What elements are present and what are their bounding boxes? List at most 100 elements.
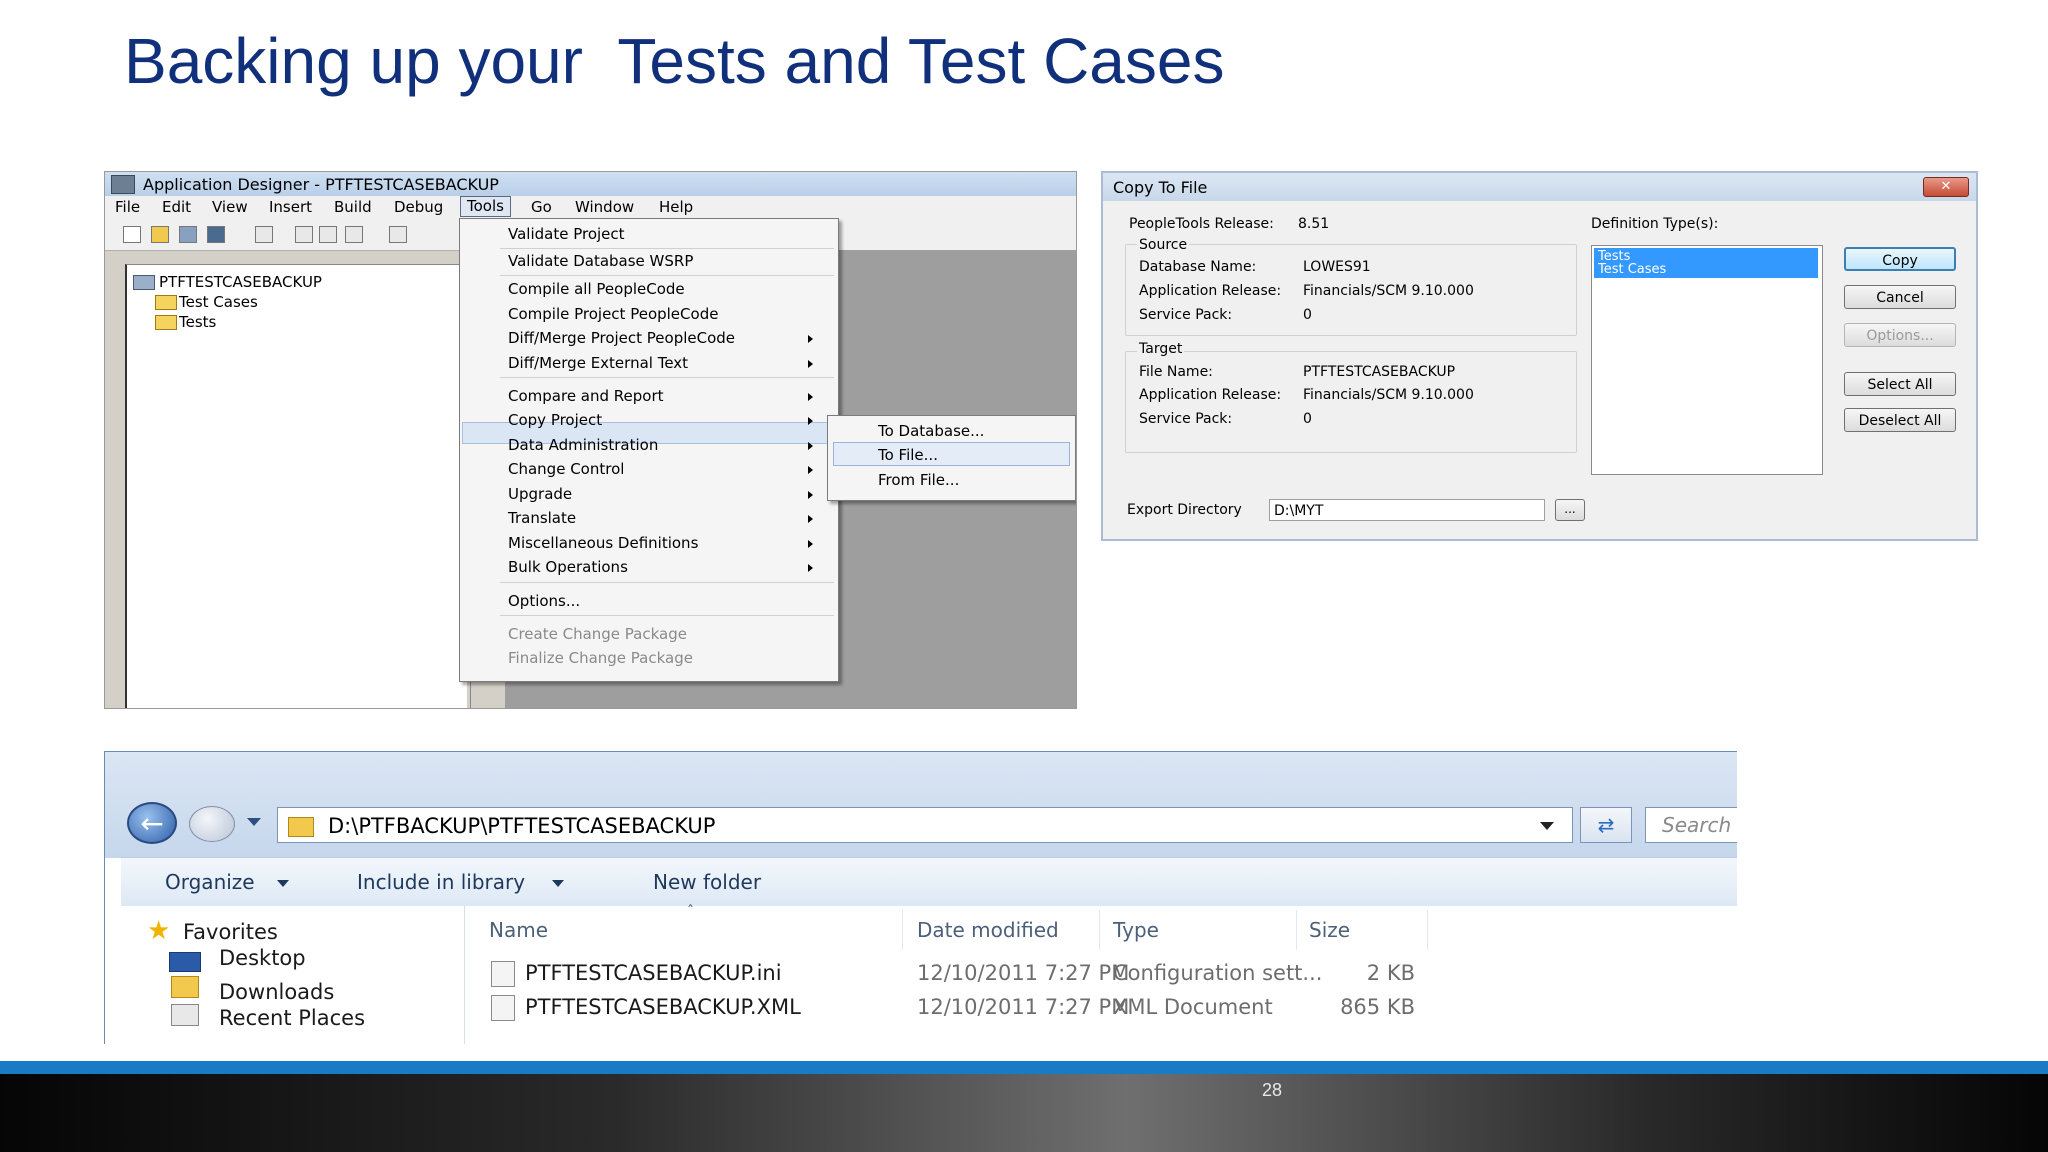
source-db-name-value: LOWES91 [1303, 259, 1371, 275]
refresh-icon[interactable]: ⇄ [1580, 807, 1632, 843]
definition-types-list[interactable]: Tests Test Cases [1591, 245, 1823, 475]
submenu-item-from-file[interactable]: From File... [878, 471, 959, 489]
menu-item-diff-merge-project-peoplecode[interactable]: Diff/Merge Project PeopleCode [508, 329, 735, 347]
save-icon[interactable] [179, 226, 197, 243]
recent-places-icon [171, 1004, 199, 1026]
paste-icon[interactable] [345, 226, 363, 243]
nav-favorites[interactable]: Favorites [183, 920, 278, 944]
tree-root[interactable]: PTFTESTCASEBACKUP [159, 273, 322, 291]
explorer-navbar: ← D:\PTFBACKUP\PTFTESTCASEBACKUP ⇄ Searc… [105, 752, 1737, 858]
nav-recent-places[interactable]: Recent Places [219, 1006, 365, 1030]
column-divider[interactable] [1296, 910, 1297, 950]
submenu-arrow-icon [808, 491, 813, 499]
submenu-item-to-file[interactable]: To File... [878, 446, 938, 464]
chevron-down-icon[interactable] [552, 880, 564, 887]
close-icon[interactable]: ✕ [1923, 177, 1969, 197]
menu-item-validate-database-wsrp[interactable]: Validate Database WSRP [508, 252, 693, 270]
menu-help[interactable]: Help [659, 198, 693, 216]
file-row[interactable]: PTFTESTCASEBACKUP.XML 12/10/2011 7:27 PM… [465, 991, 1737, 1025]
list-item[interactable]: Test Cases [1598, 263, 1666, 276]
forward-arrow-icon[interactable] [189, 806, 235, 842]
menu-item-change-control[interactable]: Change Control [508, 460, 624, 478]
column-header-name[interactable]: Name [489, 918, 548, 942]
column-headers: Name ˆ Date modified Type Size [465, 904, 1737, 952]
deselect-all-button[interactable]: Deselect All [1844, 408, 1956, 432]
tree-item-tests[interactable]: Tests [179, 313, 216, 331]
column-header-type[interactable]: Type [1113, 918, 1159, 942]
menu-edit[interactable]: Edit [162, 198, 191, 216]
source-label: Source [1137, 237, 1190, 253]
search-input[interactable]: Search [1645, 807, 1737, 843]
menu-item-compile-project-peoplecode[interactable]: Compile Project PeopleCode [508, 305, 718, 323]
print-icon[interactable] [255, 226, 273, 243]
source-service-pack-value: 0 [1303, 307, 1312, 323]
xml-file-icon [491, 995, 515, 1021]
menu-item-data-administration[interactable]: Data Administration [508, 436, 658, 454]
menu-insert[interactable]: Insert [269, 198, 312, 216]
properties-icon[interactable] [389, 226, 407, 243]
menu-tools[interactable]: Tools [460, 196, 511, 217]
tree-item-test-cases[interactable]: Test Cases [179, 293, 258, 311]
file-size: 865 KB [1340, 995, 1415, 1019]
menu-item-validate-project[interactable]: Validate Project [508, 225, 625, 243]
menu-debug[interactable]: Debug [394, 198, 443, 216]
menu-item-bulk-operations[interactable]: Bulk Operations [508, 558, 628, 576]
chevron-down-icon[interactable] [1540, 822, 1554, 830]
copy-button[interactable]: Copy [1844, 247, 1956, 271]
submenu-arrow-icon [808, 515, 813, 523]
browse-button[interactable]: ... [1555, 499, 1585, 521]
app-designer-titlebar: Application Designer - PTFTESTCASEBACKUP [105, 172, 1076, 196]
cancel-button[interactable]: Cancel [1844, 285, 1956, 309]
new-icon[interactable] [123, 226, 141, 243]
select-all-button[interactable]: Select All [1844, 372, 1956, 396]
app-designer-title: Application Designer - PTFTESTCASEBACKUP [143, 175, 499, 194]
menu-file[interactable]: File [115, 198, 140, 216]
menu-item-diff-merge-external-text[interactable]: Diff/Merge External Text [508, 354, 688, 372]
column-divider[interactable] [1099, 910, 1100, 950]
cut-icon[interactable] [295, 226, 313, 243]
column-header-date-modified[interactable]: Date modified [917, 918, 1059, 942]
navigation-pane: ★ Favorites Desktop Downloads Recent Pla… [121, 906, 465, 1044]
menu-separator [500, 582, 834, 583]
copy-icon[interactable] [319, 226, 337, 243]
open-icon[interactable] [151, 226, 169, 243]
menu-build[interactable]: Build [334, 198, 372, 216]
menu-separator [500, 377, 834, 378]
folder-icon [288, 817, 314, 837]
downloads-icon [171, 976, 199, 998]
menu-item-upgrade[interactable]: Upgrade [508, 485, 572, 503]
new-folder-button[interactable]: New folder [653, 870, 761, 894]
organize-button[interactable]: Organize [165, 870, 255, 894]
address-bar[interactable]: D:\PTFBACKUP\PTFTESTCASEBACKUP [277, 807, 1573, 843]
recent-pages-chevron-icon[interactable] [247, 818, 261, 826]
file-size: 2 KB [1366, 961, 1415, 985]
chevron-down-icon[interactable] [277, 880, 289, 887]
menu-item-translate[interactable]: Translate [508, 509, 576, 527]
menu-item-options[interactable]: Options... [508, 592, 580, 610]
menu-item-compile-all-peoplecode[interactable]: Compile all PeopleCode [508, 280, 685, 298]
back-arrow-icon[interactable]: ← [127, 802, 177, 844]
menu-go[interactable]: Go [531, 198, 552, 216]
column-divider[interactable] [902, 910, 903, 950]
include-in-library-button[interactable]: Include in library [357, 870, 525, 894]
menu-window[interactable]: Window [575, 198, 634, 216]
export-directory-input[interactable]: D:\MYT [1269, 499, 1545, 521]
menu-item-miscellaneous-definitions[interactable]: Miscellaneous Definitions [508, 534, 698, 552]
file-row[interactable]: PTFTESTCASEBACKUP.ini 12/10/2011 7:27 PM… [465, 957, 1737, 991]
column-divider[interactable] [1427, 910, 1428, 950]
address-text[interactable]: D:\PTFBACKUP\PTFTESTCASEBACKUP [328, 808, 715, 844]
submenu-item-to-database[interactable]: To Database... [878, 422, 984, 440]
list-selection: Tests Test Cases [1594, 248, 1818, 278]
nav-desktop[interactable]: Desktop [219, 946, 306, 970]
file-name[interactable]: PTFTESTCASEBACKUP.ini [525, 961, 782, 985]
menu-item-compare-and-report[interactable]: Compare and Report [508, 387, 664, 405]
menu-item-finalize-change-package: Finalize Change Package [508, 649, 693, 667]
nav-downloads[interactable]: Downloads [219, 980, 334, 1004]
menu-item-copy-project[interactable]: Copy Project [508, 411, 602, 429]
menu-view[interactable]: View [212, 198, 248, 216]
file-name[interactable]: PTFTESTCASEBACKUP.XML [525, 995, 801, 1019]
dialog-title: Copy To File [1113, 178, 1208, 197]
save-all-icon[interactable] [207, 226, 225, 243]
column-header-size[interactable]: Size [1309, 918, 1350, 942]
menu-separator [500, 275, 834, 276]
